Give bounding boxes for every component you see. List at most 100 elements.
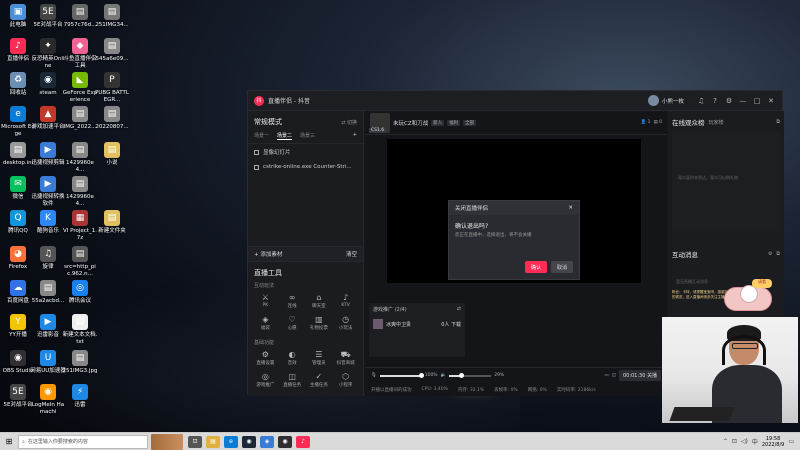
promo-item[interactable]: 冰爽中卫贵 0人 下载 bbox=[369, 316, 465, 332]
desktop-icon[interactable]: ▲ 游戏加速平台 bbox=[30, 106, 66, 131]
tool-button[interactable]: ♡ 心愿 bbox=[279, 315, 306, 331]
mic-slider[interactable] bbox=[379, 372, 425, 378]
settings-icon[interactable]: ⚙ bbox=[724, 97, 734, 105]
add-source-button[interactable]: + 添加素材 bbox=[254, 250, 282, 258]
taskbar-thumbnail[interactable] bbox=[151, 433, 183, 450]
tool-button[interactable]: ✓ 主播任务 bbox=[306, 372, 333, 388]
tool-button[interactable]: ▥ 礼物投票 bbox=[306, 315, 333, 331]
headset-icon[interactable]: ♫ bbox=[696, 97, 706, 105]
online-sub[interactable]: 玩家榜 bbox=[709, 119, 724, 126]
speaker-slider[interactable] bbox=[449, 372, 492, 378]
group-title: 基础功能 bbox=[254, 340, 275, 346]
desktop-icon[interactable]: ▤ 1429960e4... bbox=[62, 176, 98, 208]
desktop-icon[interactable]: ▤ src=http_pic.962.n... bbox=[62, 246, 98, 278]
desktop-icon[interactable]: ◆ 斗鱼直播伴侣工具 bbox=[62, 38, 98, 70]
switch-mode-button[interactable]: ⇄ 切换 bbox=[341, 119, 357, 126]
desktop-icon[interactable]: ▤ 7957c76d... bbox=[62, 4, 98, 29]
desktop-icon[interactable]: ⚡ 迅雷 bbox=[62, 384, 98, 409]
desktop-icon[interactable]: ▶ 迅雷影音 bbox=[30, 314, 66, 339]
avatar[interactable] bbox=[647, 95, 659, 106]
record-icon[interactable]: ▭ bbox=[604, 373, 608, 378]
user-name[interactable]: 小熊一枚 bbox=[662, 97, 684, 105]
obs-icon[interactable]: ◉ bbox=[278, 435, 292, 448]
tool-button[interactable]: ◫ 直播任务 bbox=[279, 372, 306, 388]
desktop-icon[interactable]: ◉ LogMeIn Hamachi bbox=[30, 384, 66, 416]
desktop-icon[interactable]: ✦ 反恐精英Online bbox=[30, 38, 66, 70]
desktop-icon[interactable]: 5E 5E对战平台 bbox=[30, 4, 66, 29]
close-icon[interactable]: ✕ bbox=[766, 97, 776, 105]
online-title[interactable]: 在线观众榜 bbox=[672, 117, 705, 127]
taskbar-search[interactable]: ⌕ 在这里输入你要搜索的内容 bbox=[18, 434, 148, 449]
steam-icon[interactable]: ◉ bbox=[242, 435, 256, 448]
desktop-icon[interactable]: ▶ 迅捷视频剪辑 bbox=[30, 142, 66, 167]
popout-icon[interactable]: ⧉ bbox=[776, 251, 780, 257]
dialog-close-icon[interactable]: ✕ bbox=[568, 205, 573, 211]
tool-button[interactable]: ◈ 福袋 bbox=[252, 315, 279, 331]
confirm-button[interactable]: 确认 bbox=[525, 261, 547, 273]
file-explorer-icon[interactable]: ▤ bbox=[206, 435, 220, 448]
desktop-icon[interactable]: ▤ 251IMG34... bbox=[94, 4, 130, 29]
tray-chevron-icon[interactable]: ⌃ bbox=[723, 438, 728, 445]
desktop-icon[interactable]: ▤ 545a6e09... bbox=[94, 38, 130, 63]
minimize-icon[interactable]: — bbox=[738, 97, 748, 105]
help-icon[interactable]: ? bbox=[710, 97, 720, 105]
desktop-icon[interactable]: P PUBG BATTLEGR... bbox=[94, 72, 130, 104]
checkbox-icon[interactable] bbox=[254, 164, 259, 170]
speaker-icon[interactable]: 🔈 bbox=[441, 373, 447, 378]
network-icon[interactable]: ⊡ bbox=[732, 438, 737, 445]
tool-button[interactable]: ◎ 游戏推广 bbox=[252, 372, 279, 388]
tab-scene-3[interactable]: 场景三 bbox=[300, 132, 315, 140]
desktop-icon[interactable]: ◉ steam bbox=[30, 72, 66, 97]
desktop-icon[interactable]: ▤ IMG_2022... bbox=[62, 106, 98, 131]
checkbox-icon[interactable] bbox=[254, 149, 259, 155]
desktop-icon[interactable]: ▤ 新建文本文档.txt bbox=[62, 314, 98, 346]
tool-button[interactable]: ⬡ 小程序 bbox=[332, 372, 359, 388]
desktop-icon[interactable]: ▤ 小说 bbox=[94, 142, 130, 167]
popout-icon[interactable]: ⧉ bbox=[776, 119, 780, 125]
tool-button[interactable]: ◐ 音效 bbox=[279, 350, 306, 366]
tab-scene-1[interactable]: 场景一 bbox=[254, 132, 269, 140]
desktop-icon[interactable]: ◣ GeForce Experience bbox=[62, 72, 98, 104]
source-item[interactable]: 显像幻灯片 bbox=[248, 144, 363, 160]
desktop-icon[interactable]: ▤ 1429960e4... bbox=[62, 142, 98, 174]
live-companion-icon[interactable]: ♪ bbox=[296, 435, 310, 448]
camera-icon[interactable]: ◫ bbox=[612, 373, 616, 378]
app-blue-icon[interactable]: ◈ bbox=[260, 435, 274, 448]
cancel-button[interactable]: 取消 bbox=[551, 261, 573, 273]
tool-button[interactable]: ⚙ 直播设置 bbox=[252, 350, 279, 366]
desktop-icon[interactable]: ▦ VI Project_1.7z bbox=[62, 210, 98, 242]
swap-icon[interactable]: ⇄ bbox=[457, 306, 461, 313]
windows-start-icon[interactable]: ⊞ bbox=[0, 437, 18, 446]
desktop-icon[interactable]: ♫ 旋律 bbox=[30, 246, 66, 271]
edge-icon[interactable]: e bbox=[224, 435, 238, 448]
volume-icon[interactable]: ◁) bbox=[741, 438, 748, 445]
desktop-icon-label: IMG_2022... bbox=[63, 124, 97, 130]
desktop-icon[interactable]: ▶ 迅捷视频转换软件 bbox=[30, 176, 66, 208]
tool-button[interactable]: ∞ 连线 bbox=[279, 293, 306, 309]
desktop-icon[interactable]: ▤ 55a2acbd... bbox=[30, 280, 66, 305]
source-item[interactable]: cstrike-online.exe Counter-Stri... bbox=[248, 160, 363, 174]
tool-button[interactable]: ☰ 管理员 bbox=[306, 350, 333, 366]
settings-icon[interactable]: ⚙ bbox=[768, 251, 772, 257]
maximize-icon[interactable]: □ bbox=[752, 97, 762, 105]
desktop-icon[interactable]: ▤ 251IMG3.jpg bbox=[62, 350, 98, 375]
desktop-icon[interactable]: K 酷狗音乐 bbox=[30, 210, 66, 235]
tool-button[interactable]: ⛟ 抖音商城 bbox=[332, 350, 359, 366]
tool-button[interactable]: ⌂ 聊天室 bbox=[306, 293, 333, 309]
desktop-icon[interactable]: ◎ 腾讯会议 bbox=[62, 280, 98, 305]
clear-button[interactable]: 清空 bbox=[346, 250, 357, 258]
ime-icon[interactable]: 中 bbox=[752, 437, 758, 446]
add-scene-icon[interactable]: + bbox=[353, 132, 357, 140]
desktop-icon[interactable]: U 网易UU加速器 bbox=[30, 350, 66, 375]
desktop-icon[interactable]: ▤ 新建文件夹 bbox=[94, 210, 130, 235]
clock[interactable]: 19:58 2022/8/9 bbox=[762, 436, 784, 448]
task-view-icon[interactable]: ⊡ bbox=[188, 435, 202, 448]
mic-icon[interactable]: 🎙 bbox=[371, 373, 377, 378]
tool-button[interactable]: ♪ KTV bbox=[332, 293, 359, 309]
tab-scene-2[interactable]: 场景二 bbox=[277, 132, 293, 140]
tool-button[interactable]: ◷ 小玩法 bbox=[332, 315, 359, 331]
end-live-button[interactable]: 00:01:30 关播 bbox=[618, 370, 661, 381]
notification-icon[interactable]: ▭ bbox=[788, 438, 794, 445]
desktop-icon[interactable]: ▤ 20220807... bbox=[94, 106, 130, 131]
tool-button[interactable]: ⚔ PK bbox=[252, 293, 279, 309]
